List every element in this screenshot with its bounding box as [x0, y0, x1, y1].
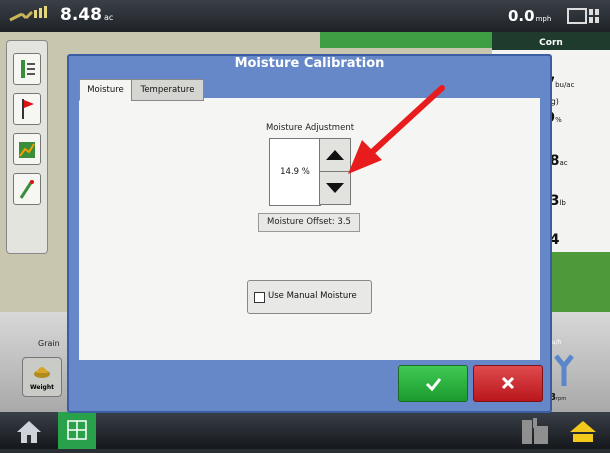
camera-icon[interactable] — [566, 6, 602, 26]
weight-button[interactable]: Weight — [22, 357, 62, 397]
up-arrow-icon[interactable] — [568, 418, 598, 444]
grain-label: Grain — [38, 339, 60, 348]
chart-tab[interactable] — [13, 133, 41, 165]
manual-moisture-label: Use Manual Moisture — [268, 291, 357, 301]
legend-tab[interactable] — [13, 53, 41, 85]
manual-moisture-checkbox[interactable] — [254, 292, 265, 303]
speed-readout: 0.0mph — [508, 7, 551, 25]
grid-icon — [67, 420, 87, 440]
checkmark-icon — [425, 378, 442, 392]
annotation-arrow — [348, 85, 445, 174]
cancel-button[interactable] — [473, 365, 543, 402]
crop-label: Corn — [492, 32, 610, 50]
home-icon[interactable] — [14, 418, 44, 444]
satellite-signal-icon[interactable] — [8, 4, 54, 26]
tab-temperature[interactable]: Temperature — [131, 79, 204, 101]
area-unit: ac — [103, 13, 114, 22]
tab-moisture[interactable]: Moisture — [79, 79, 132, 101]
grid-button[interactable] — [58, 412, 96, 449]
moisture-offset-readout: Moisture Offset: 3.5 — [258, 213, 360, 232]
weight-label: Weight — [30, 384, 54, 391]
x-icon — [501, 376, 515, 390]
speed-value: 0.0 — [508, 7, 535, 25]
left-tab-strip — [6, 40, 48, 254]
guidance-tab[interactable] — [13, 173, 41, 205]
ok-button[interactable] — [398, 365, 468, 402]
map-coverage — [320, 32, 492, 48]
flag-tab[interactable] — [13, 93, 41, 125]
dialog-title: Moisture Calibration — [234, 56, 385, 71]
tractor-icon[interactable] — [518, 416, 552, 446]
area-value: 8.48 — [60, 5, 102, 25]
auger-icon — [554, 354, 574, 386]
speed-unit: mph — [535, 15, 552, 23]
area-readout: 8.48 ac — [60, 5, 113, 25]
use-manual-moisture-button[interactable]: Use Manual Moisture — [247, 280, 372, 314]
moisture-adjustment-value[interactable]: 14.9 % — [269, 138, 321, 206]
